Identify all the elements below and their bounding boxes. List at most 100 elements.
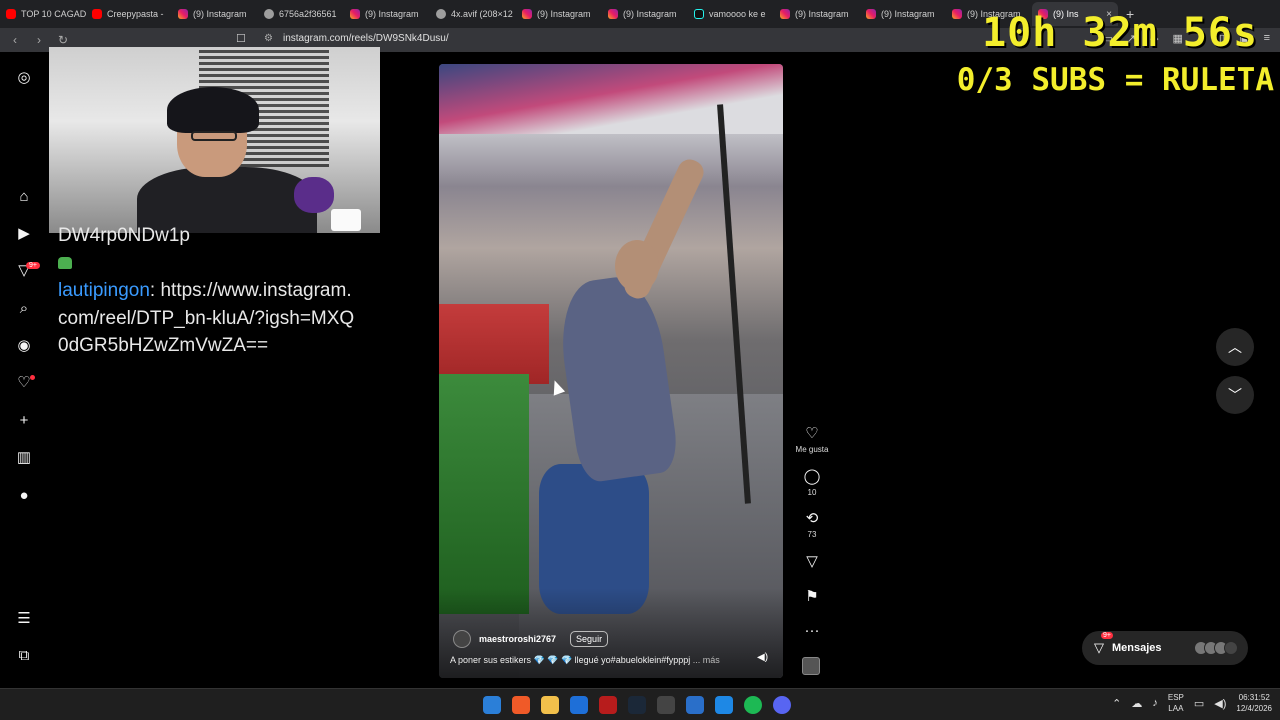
notepad-icon[interactable]: [715, 696, 733, 714]
microphone-icon[interactable]: ♪: [1152, 697, 1158, 709]
reel-video[interactable]: [439, 64, 783, 678]
browser-tab[interactable]: 4x.avif (208×12: [430, 2, 516, 26]
chat-message: lautipingon: https://www.instagram.com/r…: [58, 277, 358, 360]
previous-reel-button[interactable]: ︿: [1216, 328, 1254, 366]
discord-icon[interactable]: [773, 696, 791, 714]
heart-icon: ♡: [805, 425, 819, 442]
reels-icon[interactable]: ▶: [15, 225, 33, 243]
create-icon[interactable]: +: [15, 412, 33, 430]
globe-icon: [436, 9, 446, 19]
browser-tab[interactable]: vamoooo ke e: [688, 2, 774, 26]
send-icon: ▽: [806, 553, 818, 570]
home-icon[interactable]: ⌂: [15, 188, 33, 206]
bookmark-icon: ⚑: [805, 588, 819, 605]
browser-tab[interactable]: (9) Instagram: [602, 2, 688, 26]
clock-date: 12/4/2026: [1236, 704, 1272, 713]
webcam-person-hair: [167, 87, 259, 133]
comment-action[interactable]: ◯ 10: [790, 468, 834, 497]
steam-icon[interactable]: [628, 696, 646, 714]
display-icon[interactable]: ▭: [1194, 697, 1204, 710]
bing-icon[interactable]: [570, 696, 588, 714]
tab-label: (9) Instagram: [881, 9, 935, 19]
browser-tab[interactable]: TOP 10 CAGAD: [0, 2, 86, 26]
more-options[interactable]: ···: [790, 622, 834, 640]
dashboard-icon[interactable]: ▥: [15, 449, 33, 467]
file-explorer-icon[interactable]: [541, 696, 559, 714]
reel-more-link[interactable]: ... más: [693, 655, 720, 665]
audio-thumbnail[interactable]: [802, 657, 820, 675]
browser-tab[interactable]: (9) Instagram: [344, 2, 430, 26]
windows-taskbar: ⌃ ☁ ♪ ESP LAA ▭ ◀) 06:31:52 12/4/2026: [0, 688, 1280, 720]
repost-icon: ⟲: [805, 510, 819, 527]
chevron-up-icon[interactable]: ⌃: [1112, 697, 1121, 710]
back-icon[interactable]: ‹: [8, 33, 22, 47]
repost-action[interactable]: ⟲ 73: [790, 510, 834, 539]
clock[interactable]: 06:31:52 12/4/2026: [1236, 692, 1272, 714]
search-icon[interactable]: ⌕: [15, 300, 33, 318]
reel-caption[interactable]: A poner sus estikers 💎 💎 💎 llegué yo#abu…: [450, 655, 740, 666]
webcam-feed: [49, 47, 380, 233]
instagram-icon: [178, 9, 188, 19]
ccleaner-icon[interactable]: [686, 696, 704, 714]
tab-label: (9) Instagram: [623, 9, 677, 19]
webcam-person-glasses: [191, 131, 237, 141]
instagram-icon: [350, 9, 360, 19]
browser-tab[interactable]: (9) Instagram: [860, 2, 946, 26]
menu-icon[interactable]: ≡: [1264, 32, 1270, 45]
next-reel-button[interactable]: ﹀: [1216, 376, 1254, 414]
profile-avatar[interactable]: ●: [15, 487, 33, 505]
clock-time: 06:31:52: [1238, 693, 1270, 702]
url-field[interactable]: instagram.com/reels/DW9SNk4Dusu/: [283, 33, 449, 44]
volume-icon[interactable]: ◀): [1214, 697, 1226, 710]
like-label: Me gusta: [795, 445, 829, 454]
messages-button[interactable]: ▽ 9+ Mensajes: [1082, 631, 1248, 665]
tab-label: (9) Instagram: [537, 9, 591, 19]
reel-author-avatar[interactable]: [453, 630, 471, 648]
tab-label: (9) Instagram: [365, 9, 419, 19]
chevron-down-icon: ﹀: [1228, 387, 1242, 403]
explore-icon[interactable]: ◉: [15, 337, 33, 355]
save-action[interactable]: ⚑: [790, 588, 834, 606]
instagram-icon: [780, 9, 790, 19]
messages-label: Mensajes: [1112, 642, 1162, 654]
app-icon[interactable]: [599, 696, 617, 714]
market-tent: [439, 64, 783, 134]
tab-label: 6756a2f36561: [279, 9, 337, 19]
youtube-icon: [6, 9, 16, 19]
brave-icon[interactable]: [512, 696, 530, 714]
instagram-icon: [608, 9, 618, 19]
more-icon: ···: [804, 622, 820, 639]
tab-label: TOP 10 CAGAD: [21, 9, 86, 19]
chat-overlay: DW4rp0NDw1p lautipingon: https://www.ins…: [58, 222, 358, 360]
follow-button[interactable]: Seguir: [570, 631, 609, 647]
like-action[interactable]: ♡ Me gusta: [790, 425, 834, 454]
subs-goal: 0/3 SUBS = RULETA: [956, 62, 1274, 98]
more-menu-icon[interactable]: ☰: [15, 610, 33, 628]
apps-icon[interactable]: ⧉: [15, 647, 33, 665]
share-action[interactable]: ▽: [790, 553, 834, 571]
system-tray: ⌃ ☁ ♪ ESP LAA ▭ ◀) 06:31:52 12/4/2026: [1112, 692, 1272, 714]
reel-caption-text: A poner sus estikers 💎 💎 💎 llegué yo#abu…: [450, 655, 691, 665]
webcam-plush-toy: [294, 177, 334, 213]
globe-icon: [264, 9, 274, 19]
tab-label: vamoooo ke e: [709, 9, 766, 19]
browser-tab[interactable]: Creepypasta -: [86, 2, 172, 26]
spotify-icon[interactable]: [744, 696, 762, 714]
onedrive-icon[interactable]: ☁: [1131, 697, 1142, 710]
chat-username: lautipingon: [58, 280, 150, 301]
reel-author-name[interactable]: maestroroshi2767: [479, 634, 556, 644]
bookmark-icon[interactable]: ☐: [236, 32, 246, 45]
browser-tab[interactable]: 6756a2f36561: [258, 2, 344, 26]
instagram-logo-icon[interactable]: ◎: [15, 69, 33, 87]
forward-icon[interactable]: ›: [32, 33, 46, 47]
browser-tab[interactable]: (9) Instagram: [172, 2, 258, 26]
start-icon[interactable]: [483, 696, 501, 714]
browser-tab[interactable]: (9) Instagram: [774, 2, 860, 26]
language-indicator[interactable]: ESP LAA: [1168, 692, 1184, 714]
mute-icon[interactable]: ◀): [757, 652, 768, 663]
reload-icon[interactable]: ↻: [56, 33, 70, 47]
browser-tab[interactable]: (9) Instagram: [516, 2, 602, 26]
site-info-icon[interactable]: ⚙: [264, 33, 273, 44]
taskbar-apps: [483, 696, 791, 714]
obs-icon[interactable]: [657, 696, 675, 714]
